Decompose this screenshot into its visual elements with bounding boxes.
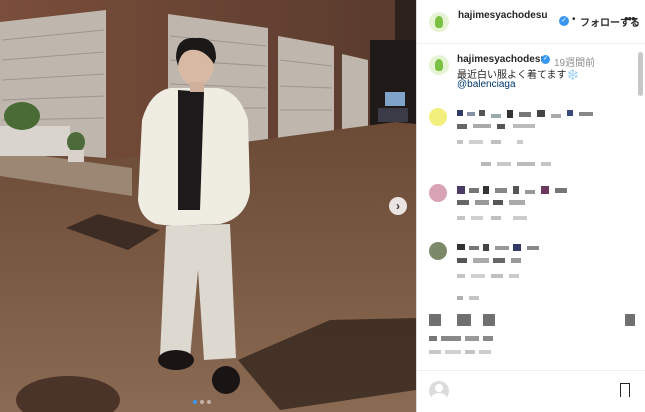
comment-input-bar[interactable]	[417, 370, 645, 412]
verified-badge-icon: ✓	[541, 55, 550, 64]
post-header: hajimesyachodesu ✓ • フォローする •••	[417, 0, 645, 44]
avatar[interactable]	[429, 12, 449, 32]
caption-avatar[interactable]	[429, 55, 449, 75]
instagram-post-embed: › hajimesyachodesu ✓ • フォローする ••• hajime…	[0, 0, 645, 412]
chevron-right-icon: ›	[396, 199, 400, 213]
bookmark-icon[interactable]	[620, 383, 630, 397]
user-avatar-icon	[429, 381, 449, 401]
post-photo[interactable]: ›	[0, 0, 416, 412]
comment-2	[429, 184, 567, 220]
more-horizontal-icon[interactable]: •••	[624, 11, 636, 26]
carousel-indicator	[193, 400, 211, 404]
action-bar	[429, 314, 635, 354]
blurred-comments	[429, 108, 635, 354]
scrollbar-thumb[interactable]	[638, 52, 643, 96]
carousel-next-button[interactable]: ›	[389, 197, 407, 215]
comment-1	[429, 108, 593, 166]
carousel-dot	[207, 400, 211, 404]
comment-3	[429, 242, 539, 300]
post-side-panel: hajimesyachodesu ✓ • フォローする ••• hajimesy…	[416, 0, 645, 412]
carousel-dot	[193, 400, 197, 404]
caption-mention-link[interactable]: @balenciaga	[457, 79, 516, 90]
header-separator: •	[572, 14, 576, 25]
caption-username[interactable]: hajimesyachodesu	[457, 54, 546, 65]
carousel-dot	[200, 400, 204, 404]
street-photo-illustration	[0, 0, 416, 412]
header-username[interactable]: hajimesyachodesu	[458, 9, 550, 22]
verified-badge-icon: ✓	[559, 16, 569, 26]
